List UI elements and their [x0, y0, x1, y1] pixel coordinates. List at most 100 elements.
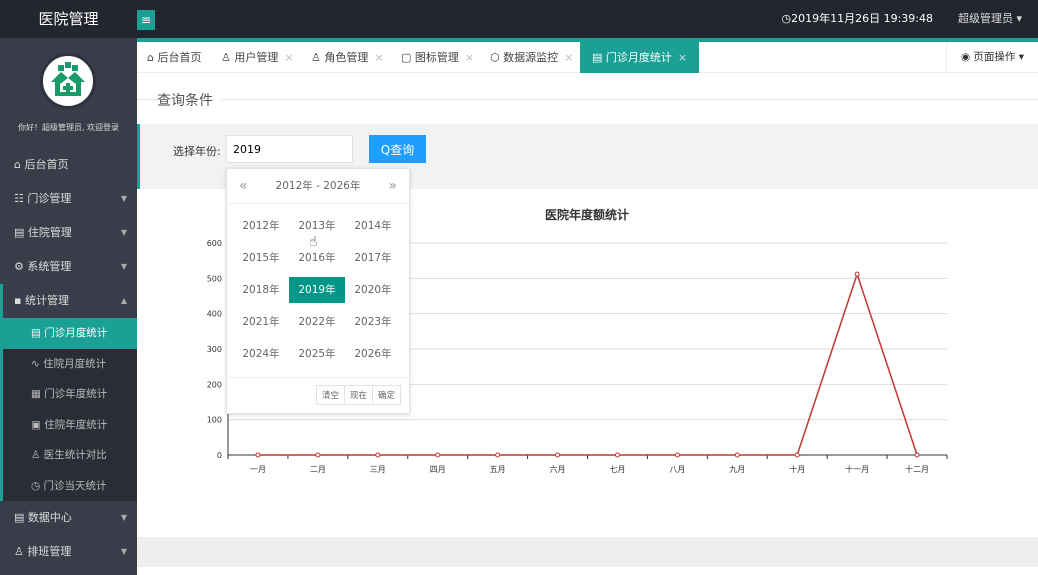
- data-point[interactable]: [674, 452, 680, 458]
- year-option[interactable]: 2012年: [233, 213, 289, 239]
- sidebar-item-system[interactable]: ⚙ 系统管理 ▼: [0, 250, 137, 284]
- home-icon: ⌂: [14, 158, 21, 171]
- year-option[interactable]: 2018年: [233, 277, 289, 303]
- sidebar-item-data-center[interactable]: ▤ 数据中心 ▼: [0, 501, 137, 535]
- chart-title: 医院年度额统计: [545, 207, 629, 222]
- tab-users[interactable]: ♙ 用户管理 ×: [221, 42, 294, 73]
- data-point[interactable]: [734, 452, 740, 458]
- cube-icon: ⬡: [490, 51, 500, 64]
- year-option[interactable]: 2022年: [289, 309, 345, 335]
- data-point[interactable]: [315, 452, 321, 458]
- tab-label: 图标管理: [414, 51, 459, 64]
- sidebar-nav: ⌂ 后台首页 ☷ 门诊管理 ▼ ▤ 住院管理 ▼ ⚙ 系统管理 ▼ ▪ 统计管理 ▲ ▤…: [0, 148, 137, 569]
- close-icon[interactable]: ×: [374, 51, 383, 64]
- chevron-down-icon: ▼: [120, 547, 127, 556]
- year-option[interactable]: 2015年: [233, 245, 289, 271]
- home-icon: ⌂: [147, 51, 154, 64]
- tab-roles[interactable]: ♙ 角色管理 ×: [311, 42, 384, 73]
- menu-toggle-button[interactable]: ≡: [137, 10, 155, 30]
- tab-datasource[interactable]: ⬡ 数据源监控 ×: [490, 42, 573, 73]
- sidebar-item-label: 门诊年度统计: [44, 388, 108, 400]
- data-point[interactable]: [914, 452, 920, 458]
- welcome-text: 你好！超级管理员, 欢迎登录: [17, 123, 120, 132]
- y-tick-label: 200: [207, 380, 222, 389]
- sidebar-item-label: 住院管理: [27, 226, 72, 239]
- user-icon: ♙: [31, 449, 41, 461]
- picker-header: « 2012年 - 2026年 »: [227, 169, 409, 204]
- data-point[interactable]: [555, 452, 561, 458]
- year-option[interactable]: 2019年: [289, 277, 345, 303]
- gear-icon: ⚙: [14, 260, 24, 273]
- note-icon: ▢: [401, 51, 412, 64]
- next-range-icon[interactable]: »: [388, 169, 397, 204]
- data-point[interactable]: [854, 271, 860, 277]
- year-option[interactable]: 2014年: [345, 213, 401, 239]
- sidebar-sub-outpatient-today[interactable]: ◷ 门诊当天统计: [3, 471, 137, 502]
- data-point[interactable]: [255, 452, 261, 458]
- document-icon: ▤: [31, 327, 41, 339]
- tab-icons[interactable]: ▢ 图标管理 ×: [401, 42, 474, 73]
- user-icon: ♙: [221, 51, 231, 64]
- year-option[interactable]: 2020年: [345, 277, 401, 303]
- close-icon[interactable]: ×: [465, 51, 474, 64]
- picker-footer: 清空 现在 确定: [227, 377, 409, 413]
- x-tick-label: 三月: [370, 465, 386, 474]
- sidebar-item-label: 住院月度统计: [43, 357, 107, 370]
- document-icon: ▤: [592, 51, 603, 64]
- sidebar-item-home[interactable]: ⌂ 后台首页: [0, 148, 137, 182]
- top-bar: 医院管理 ≡ ◷2019年11月26日 19:39:48 超级管理员 ▾: [0, 0, 1038, 38]
- data-point[interactable]: [435, 452, 441, 458]
- year-option[interactable]: 2021年: [233, 309, 289, 335]
- clock-icon: ◷: [31, 479, 41, 492]
- table-icon: ▦: [31, 388, 41, 400]
- sidebar-item-label: 统计管理: [24, 294, 69, 307]
- picker-range: 2012年 - 2026年: [275, 180, 361, 192]
- footer-area: [137, 537, 1038, 567]
- page-operations-dropdown[interactable]: ◉ 页面操作 ▾: [946, 42, 1038, 73]
- close-icon[interactable]: ×: [284, 51, 293, 64]
- year-option[interactable]: 2025年: [289, 341, 345, 367]
- sidebar-item-schedule[interactable]: ♙ 排班管理 ▼: [0, 535, 137, 569]
- sidebar-submenu: ▤ 门诊月度统计 ∿ 住院月度统计 ▦ 门诊年度统计 ▣ 住院年度统计 ♙ 医生…: [3, 318, 137, 501]
- sidebar-item-label: 排班管理: [27, 545, 72, 558]
- sidebar-sub-outpatient-monthly[interactable]: ▤ 门诊月度统计: [3, 318, 137, 349]
- y-tick-label: 300: [207, 345, 222, 354]
- year-input[interactable]: [226, 135, 353, 163]
- tab-outpatient-monthly[interactable]: ▤ 门诊月度统计 ×: [580, 42, 700, 73]
- sidebar-item-inpatient[interactable]: ▤ 住院管理 ▼: [0, 216, 137, 250]
- year-option[interactable]: 2017年: [345, 245, 401, 271]
- year-option[interactable]: 2024年: [233, 341, 289, 367]
- chart-icon: ▣: [31, 418, 41, 431]
- confirm-button[interactable]: 确定: [371, 385, 401, 405]
- year-option[interactable]: 2026年: [345, 341, 401, 367]
- hand-cursor-icon: ☝: [309, 234, 318, 250]
- tab-home[interactable]: ⌂ 后台首页: [147, 42, 201, 73]
- sidebar-sub-doctor-compare[interactable]: ♙ 医生统计对比: [3, 440, 137, 471]
- sidebar-sub-inpatient-monthly[interactable]: ∿ 住院月度统计: [3, 349, 137, 380]
- data-point[interactable]: [794, 452, 800, 458]
- year-option[interactable]: 2023年: [345, 309, 401, 335]
- query-button[interactable]: Q查询: [369, 135, 426, 163]
- sidebar-item-label: 门诊当天统计: [43, 479, 107, 492]
- prev-range-icon[interactable]: «: [239, 169, 248, 204]
- sidebar-item-statistics[interactable]: ▪ 统计管理 ▲: [3, 284, 137, 318]
- sidebar-item-outpatient[interactable]: ☷ 门诊管理 ▼: [0, 182, 137, 216]
- x-tick-label: 二月: [310, 465, 326, 474]
- tab-bar: ⌂ 后台首页 ♙ 用户管理 × ♙ 角色管理 × ▢ 图标管理 × ⬡ 数据源监控 × …: [137, 42, 1038, 73]
- sidebar-sub-outpatient-yearly[interactable]: ▦ 门诊年度统计: [3, 379, 137, 410]
- close-icon[interactable]: ×: [678, 51, 687, 64]
- data-point[interactable]: [614, 452, 620, 458]
- user-menu[interactable]: 超级管理员 ▾: [958, 0, 1022, 38]
- y-tick-label: 600: [207, 239, 222, 248]
- now-button[interactable]: 现在: [343, 385, 373, 405]
- data-point[interactable]: [495, 452, 501, 458]
- chevron-down-icon: ▼: [120, 513, 127, 522]
- close-icon[interactable]: ×: [564, 51, 573, 64]
- divider: [137, 99, 1038, 100]
- chevron-down-icon: ▼: [120, 194, 127, 203]
- sidebar-sub-inpatient-yearly[interactable]: ▣ 住院年度统计: [3, 410, 137, 441]
- clear-button[interactable]: 清空: [315, 385, 345, 405]
- data-point[interactable]: [375, 452, 381, 458]
- sidebar: 你好！超级管理员, 欢迎登录 ⌂ 后台首页 ☷ 门诊管理 ▼ ▤ 住院管理 ▼ ⚙ …: [0, 38, 137, 575]
- chevron-down-icon: ▼: [120, 262, 127, 271]
